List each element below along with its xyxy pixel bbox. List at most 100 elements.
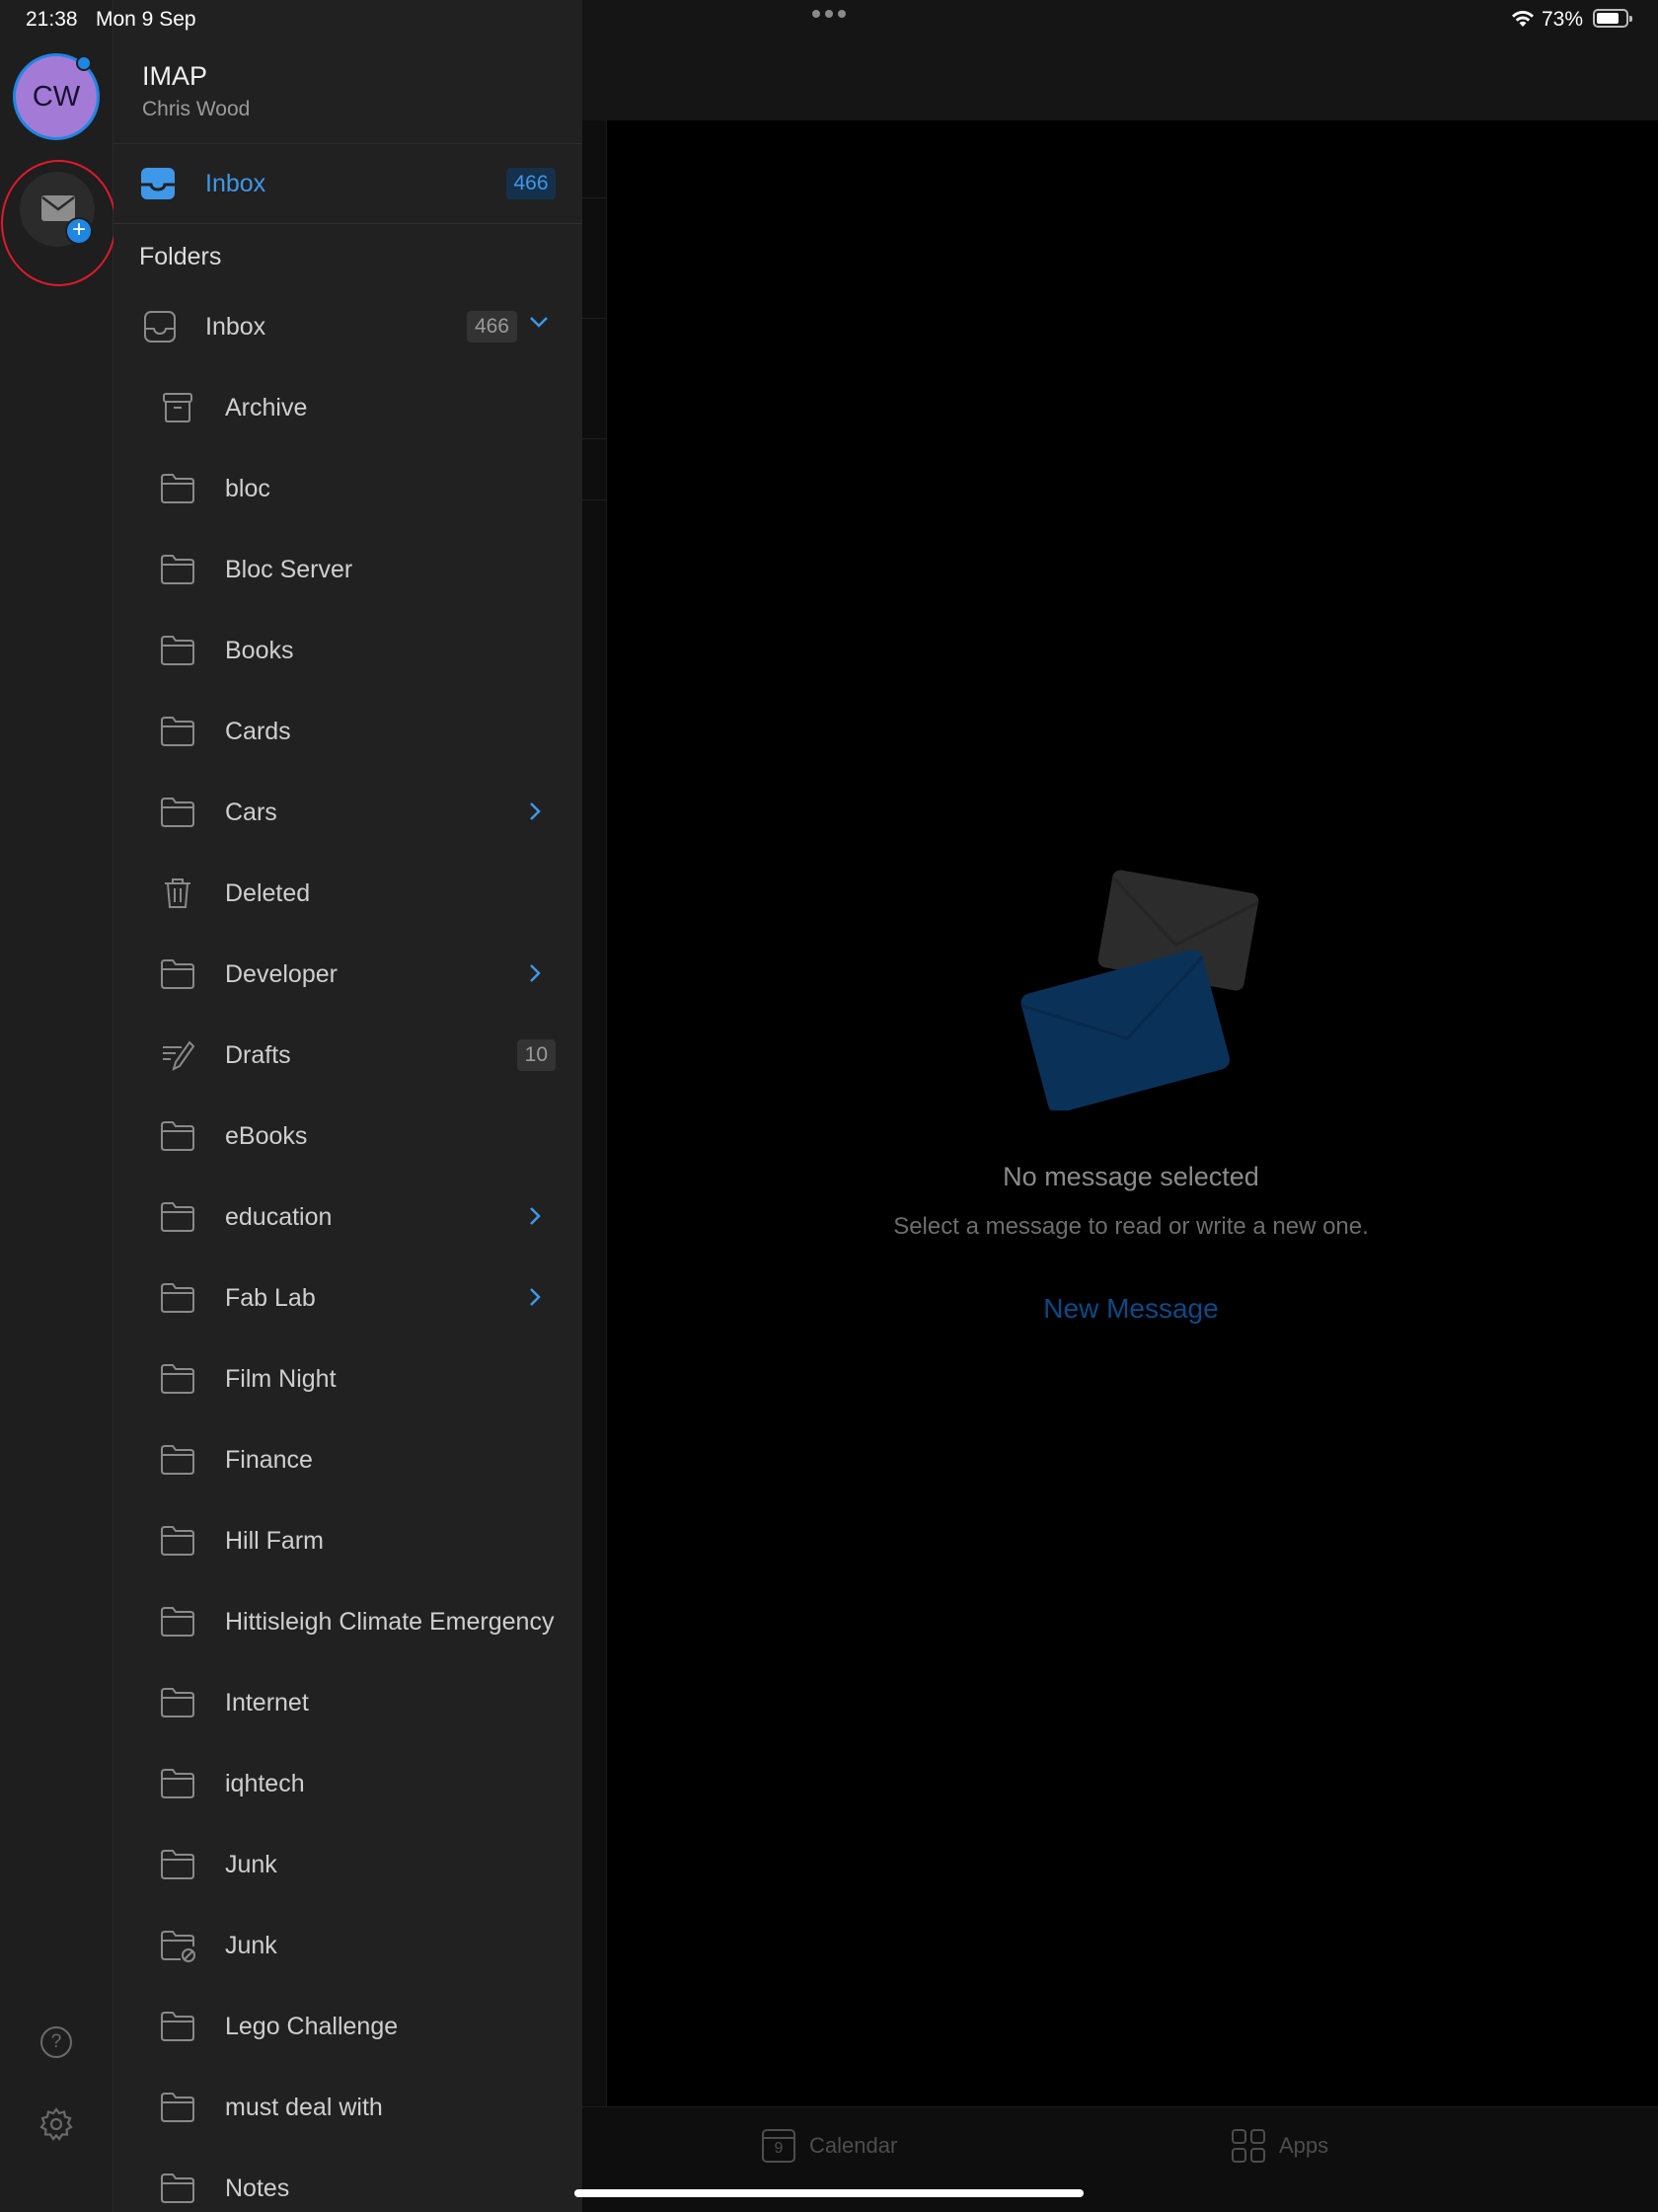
folder-icon bbox=[160, 553, 195, 586]
folder-icon bbox=[160, 2091, 195, 2124]
folder-label: Fab Lab bbox=[225, 1284, 316, 1312]
folder-icon bbox=[160, 957, 195, 991]
folder-item-notes[interactable]: Notes bbox=[113, 2148, 582, 2212]
folder-label: Inbox bbox=[205, 313, 266, 341]
trash-icon bbox=[160, 877, 195, 910]
account-user-name: Chris Wood bbox=[142, 98, 251, 120]
folder-icon bbox=[160, 2172, 195, 2205]
folder-icon bbox=[160, 1443, 195, 1477]
tab-calendar[interactable]: 9 Calendar bbox=[762, 2129, 897, 2163]
status-time: 21:38 bbox=[26, 8, 78, 31]
help-icon[interactable]: ? bbox=[40, 2026, 72, 2058]
tab-calendar-label: Calendar bbox=[809, 2133, 898, 2158]
folder-label: Notes bbox=[225, 2174, 290, 2202]
folder-item-drafts[interactable]: Drafts 10 bbox=[113, 1015, 582, 1096]
chevron-right-icon[interactable] bbox=[528, 962, 542, 989]
folder-label: Cars bbox=[225, 799, 277, 826]
folder-item-books[interactable]: Books bbox=[113, 610, 582, 691]
folder-item-deleted[interactable]: Deleted bbox=[113, 853, 582, 934]
folder-label: iqhtech bbox=[225, 1770, 305, 1797]
battery-percent: 73% bbox=[1542, 8, 1584, 31]
chevron-right-icon[interactable] bbox=[528, 1205, 542, 1232]
favorite-inbox[interactable]: Inbox 466 bbox=[113, 144, 582, 223]
plus-icon: + bbox=[65, 217, 93, 245]
folder-icon bbox=[160, 1362, 195, 1396]
settings-gear-icon[interactable] bbox=[38, 2106, 74, 2142]
account-type: IMAP bbox=[142, 61, 208, 91]
folder-icon bbox=[160, 1605, 195, 1639]
folder-label: Cards bbox=[225, 718, 291, 745]
folder-item-junk[interactable]: Junk bbox=[113, 1905, 582, 1986]
folder-label: Bloc Server bbox=[225, 556, 353, 583]
folder-item-inbox[interactable]: Inbox 466 bbox=[113, 286, 582, 367]
folder-item-bloc-server[interactable]: Bloc Server bbox=[113, 529, 582, 610]
folder-item-education[interactable]: education bbox=[113, 1177, 582, 1258]
folder-icon bbox=[160, 1281, 195, 1315]
folder-icon bbox=[160, 1767, 195, 1800]
folder-icon bbox=[160, 472, 195, 505]
drafts-icon bbox=[160, 1038, 195, 1072]
folder-icon bbox=[160, 2010, 195, 2043]
folder-label: Hittisleigh Climate Emergency bbox=[225, 1608, 555, 1636]
folder-item-film-night[interactable]: Film Night bbox=[113, 1338, 582, 1419]
account-rail: CW + ? bbox=[0, 0, 116, 2212]
multitasking-dots-icon[interactable] bbox=[812, 10, 846, 18]
folder-label: Drafts bbox=[225, 1041, 291, 1069]
chevron-right-icon[interactable] bbox=[528, 801, 542, 827]
folder-label: Archive bbox=[225, 394, 308, 421]
folder-item-must-deal-with[interactable]: must deal with bbox=[113, 2067, 582, 2148]
envelopes-illustration-icon bbox=[1020, 870, 1259, 1110]
folder-pane: IMAP Chris Wood Inbox 466 Folders Inbox 4… bbox=[113, 0, 582, 2212]
folder-item-internet[interactable]: Internet bbox=[113, 1662, 582, 1743]
folder-item-finance[interactable]: Finance bbox=[113, 1419, 582, 1500]
folder-label: Finance bbox=[225, 1446, 313, 1474]
home-indicator bbox=[574, 2189, 1084, 2197]
apps-grid-icon bbox=[1232, 2129, 1265, 2163]
junk-folder-icon bbox=[160, 1929, 195, 1962]
status-date: Mon 9 Sep bbox=[96, 8, 196, 31]
folder-item-iqhtech[interactable]: iqhtech bbox=[113, 1743, 582, 1824]
folder-label: Developer bbox=[225, 960, 338, 988]
folder-label: Hill Farm bbox=[225, 1527, 324, 1555]
unread-indicator-dot bbox=[76, 55, 92, 71]
chevron-down-icon[interactable] bbox=[528, 315, 550, 334]
wifi-icon bbox=[1512, 11, 1534, 27]
folder-label: Internet bbox=[225, 1689, 309, 1716]
folder-icon bbox=[160, 1119, 195, 1153]
folder-count-badge: 466 bbox=[466, 311, 517, 343]
tab-apps[interactable]: Apps bbox=[1232, 2129, 1328, 2163]
folder-item-junk[interactable]: Junk bbox=[113, 1824, 582, 1905]
folder-label: Film Night bbox=[225, 1365, 337, 1393]
folder-item-lego-challenge[interactable]: Lego Challenge bbox=[113, 1986, 582, 2067]
folder-item-ebooks[interactable]: eBooks bbox=[113, 1096, 582, 1177]
archive-icon bbox=[160, 391, 195, 424]
chevron-right-icon[interactable] bbox=[528, 1286, 542, 1313]
folder-label: Deleted bbox=[225, 879, 311, 907]
folder-item-cards[interactable]: Cards bbox=[113, 691, 582, 772]
folder-item-bloc[interactable]: bloc bbox=[113, 448, 582, 529]
folder-icon bbox=[160, 796, 195, 829]
folder-label: Junk bbox=[225, 1851, 277, 1878]
folder-item-archive[interactable]: Archive bbox=[113, 367, 582, 448]
folder-count-badge: 10 bbox=[516, 1039, 556, 1071]
add-account-button[interactable]: + bbox=[20, 172, 95, 247]
battery-icon bbox=[1593, 9, 1632, 28]
folder-item-hittisleigh-climate-emergency[interactable]: Hittisleigh Climate Emergency bbox=[113, 1581, 582, 1662]
folder-label: bloc bbox=[225, 475, 270, 502]
folder-icon bbox=[160, 1200, 195, 1234]
folder-item-hill-farm[interactable]: Hill Farm bbox=[113, 1500, 582, 1581]
inbox-filled-icon bbox=[141, 168, 175, 199]
calendar-icon: 9 bbox=[762, 2129, 795, 2163]
folder-icon bbox=[160, 1848, 195, 1881]
tab-apps-label: Apps bbox=[1279, 2133, 1329, 2158]
folder-label: Books bbox=[225, 637, 294, 664]
favorite-inbox-label: Inbox bbox=[205, 170, 266, 197]
mail-icon bbox=[41, 195, 75, 221]
folder-label: Junk bbox=[225, 1932, 277, 1959]
folder-item-developer[interactable]: Developer bbox=[113, 934, 582, 1015]
folder-item-cars[interactable]: Cars bbox=[113, 772, 582, 853]
folder-icon bbox=[160, 634, 195, 667]
folders-section-title: Folders bbox=[139, 243, 222, 270]
folder-item-fab-lab[interactable]: Fab Lab bbox=[113, 1258, 582, 1338]
divider bbox=[113, 223, 582, 224]
